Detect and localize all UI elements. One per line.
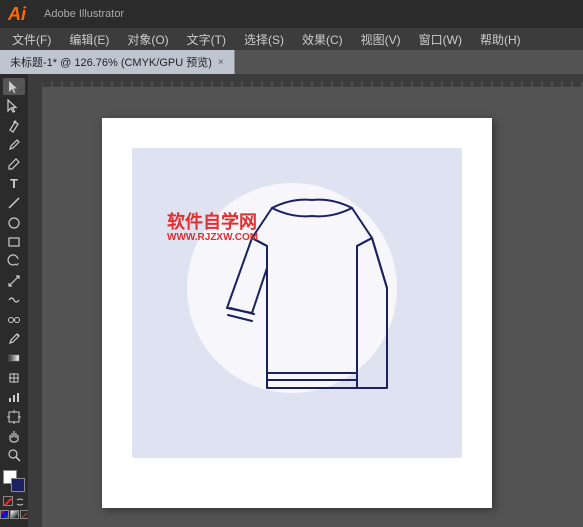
pen-tool[interactable]	[3, 117, 25, 134]
app-logo: Ai	[8, 4, 36, 25]
pencil-tool[interactable]	[3, 156, 25, 173]
brush-tool[interactable]	[3, 136, 25, 153]
menu-edit[interactable]: 编辑(E)	[61, 29, 117, 50]
menu-object[interactable]: 对象(O)	[119, 29, 176, 50]
menu-file[interactable]: 文件(F)	[4, 29, 59, 50]
document-tab[interactable]: 未标题-1* @ 126.76% (CMYK/GPU 预览) ×	[0, 50, 235, 74]
line-tool[interactable]	[3, 194, 25, 211]
title-bar: Ai Adobe Illustrator	[0, 0, 583, 28]
gradient-mode-button[interactable]	[10, 510, 19, 519]
menu-bar: 文件(F) 编辑(E) 对象(O) 文字(T) 选择(S) 效果(C) 视图(V…	[0, 28, 583, 50]
mesh-tool[interactable]	[3, 369, 25, 386]
none-mode-button[interactable]	[20, 510, 29, 519]
color-controls	[0, 466, 28, 523]
blend-tool[interactable]	[3, 311, 25, 328]
direct-select-tool[interactable]	[3, 97, 25, 114]
tab-close-button[interactable]: ×	[218, 57, 224, 68]
watermark-url: WWW.RJZXW.COM	[167, 232, 258, 243]
artboard-tool[interactable]	[3, 408, 25, 425]
menu-window[interactable]: 窗口(W)	[411, 29, 470, 50]
stroke-swatch[interactable]	[11, 478, 25, 492]
menu-effect[interactable]: 效果(C)	[294, 29, 351, 50]
ruler-vertical	[28, 88, 42, 527]
menu-help[interactable]: 帮助(H)	[472, 29, 529, 50]
none-icon[interactable]	[3, 496, 13, 506]
main-layout: T	[0, 74, 583, 527]
hand-tool[interactable]	[3, 427, 25, 444]
scale-tool[interactable]	[3, 272, 25, 289]
rectangle-tool[interactable]	[3, 233, 25, 250]
color-mode-button[interactable]	[0, 510, 9, 519]
fill-stroke-indicator[interactable]	[3, 470, 25, 492]
watermark-text: 软件自学网	[167, 208, 257, 234]
canvas-content: 软件自学网 WWW.RJZXW.COM	[28, 88, 583, 527]
canvas-area: 软件自学网 WWW.RJZXW.COM	[28, 74, 583, 527]
tab-bar: 未标题-1* @ 126.76% (CMYK/GPU 预览) ×	[0, 50, 583, 74]
eyedropper-tool[interactable]	[3, 330, 25, 347]
menu-view[interactable]: 视图(V)	[353, 29, 409, 50]
color-mode-icons	[3, 496, 25, 506]
illustration-background: 软件自学网 WWW.RJZXW.COM	[132, 148, 462, 458]
tab-label: 未标题-1* @ 126.76% (CMYK/GPU 预览)	[10, 54, 212, 70]
ellipse-tool[interactable]	[3, 214, 25, 231]
chart-tool[interactable]	[3, 389, 25, 406]
swap-icon[interactable]	[15, 496, 25, 506]
window-title: Adobe Illustrator	[44, 8, 124, 20]
select-tool[interactable]	[3, 78, 25, 95]
gradient-tool[interactable]	[3, 350, 25, 367]
rotate-tool[interactable]	[3, 253, 25, 270]
warp-tool[interactable]	[3, 291, 25, 308]
type-tool[interactable]: T	[3, 175, 25, 192]
color-mode-buttons	[0, 510, 28, 519]
canvas-viewport[interactable]: 软件自学网 WWW.RJZXW.COM	[42, 88, 583, 527]
zoom-tool[interactable]	[3, 447, 25, 464]
artboard: 软件自学网 WWW.RJZXW.COM	[102, 118, 492, 508]
toolbar: T	[0, 74, 28, 527]
menu-text[interactable]: 文字(T)	[179, 29, 234, 50]
menu-select[interactable]: 选择(S)	[236, 29, 292, 50]
ruler-horizontal	[28, 74, 583, 88]
